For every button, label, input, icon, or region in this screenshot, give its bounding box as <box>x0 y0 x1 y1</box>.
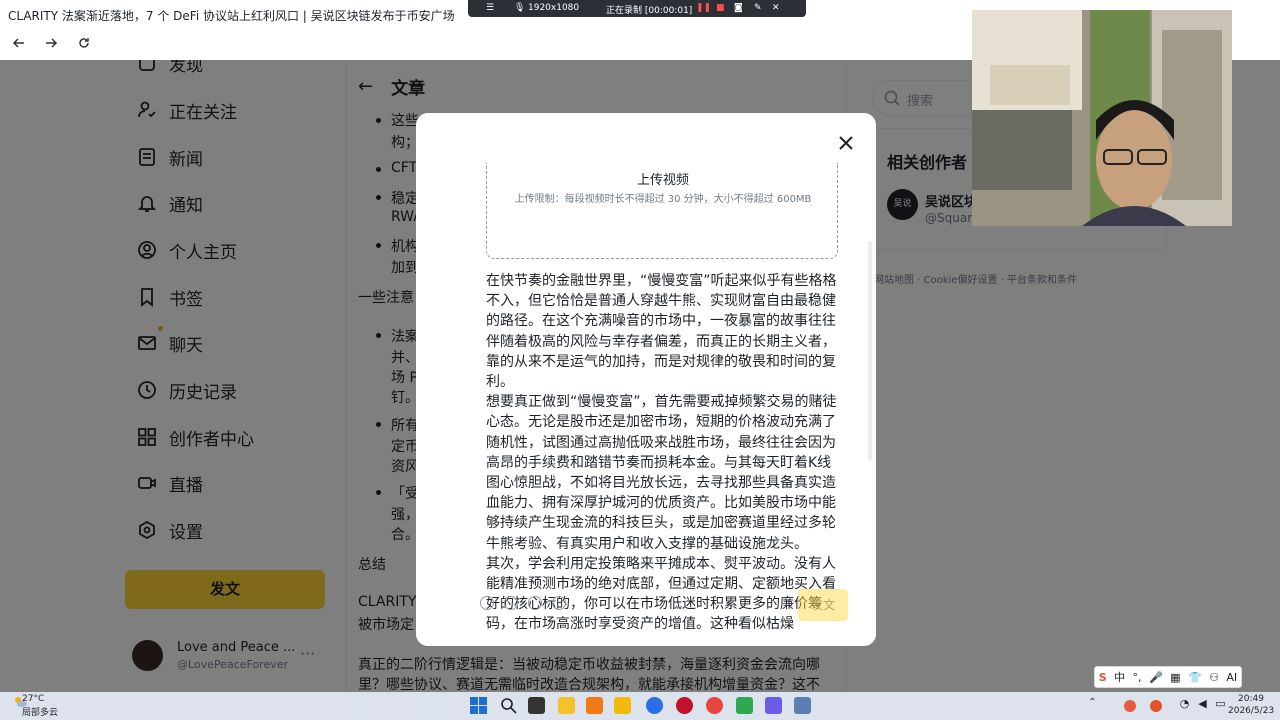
post-paragraph: 在快节奏的金融世界里，“慢慢变富”听起来似乎有些格格不入，但它恰恰是普通人穿越牛… <box>486 273 837 391</box>
recorder-app-icon[interactable] <box>676 697 693 714</box>
pen-icon[interactable]: ✎ <box>754 3 762 13</box>
image-icon[interactable] <box>528 596 542 610</box>
tray-ime-icon[interactable] <box>1150 700 1162 712</box>
scrollbar[interactable] <box>868 241 872 461</box>
chrome-icon[interactable] <box>706 697 723 714</box>
battery-icon[interactable]: ▭ <box>1212 697 1229 714</box>
recorder-status: 正在录制 [00:00:01] <box>606 6 693 16</box>
ime-toolbox-icon[interactable]: ⚇ <box>1209 671 1219 684</box>
ime-logo-icon[interactable]: S <box>1099 671 1107 684</box>
pause-icon[interactable]: ❚❚ <box>696 3 711 13</box>
post-editor-modal: 上传视频 上传限制：每段视频时长不得超过 30 分钟，大小不得超过 600MB … <box>416 113 876 646</box>
ime-ai-icon[interactable]: AI <box>1226 671 1237 684</box>
post-body-editor[interactable]: 在快节奏的金融世界里，“慢慢变富”听起来似乎有些格格不入，但它恰恰是普通人穿越牛… <box>486 271 842 646</box>
start-icon[interactable] <box>470 697 487 714</box>
binance-icon[interactable] <box>614 697 631 714</box>
forward-icon[interactable] <box>42 36 60 54</box>
ime-keyboard-icon[interactable]: ▦ <box>1170 671 1180 684</box>
reload-icon[interactable] <box>75 36 93 54</box>
edge-icon[interactable] <box>646 697 663 714</box>
webcam-feed <box>972 10 1232 226</box>
game-icon[interactable] <box>765 697 782 714</box>
window-title: CLARITY 法案渐近落地，7 个 DeFi 协议站上红利风口 | 吴说区块链… <box>8 9 455 23</box>
ime-lang[interactable]: 中 <box>1114 669 1125 685</box>
recording-bar: ☰ 🎙 1920x1080 正在录制 [00:00:01] ❚❚ ■ ◙ ✎ ✕ <box>468 0 806 17</box>
editor-toolbar <box>480 596 566 610</box>
ime-punct[interactable]: °, <box>1133 671 1142 684</box>
wifi-icon[interactable]: ◔ <box>1176 697 1193 714</box>
ime-voice-icon[interactable]: 🎤 <box>1149 671 1163 684</box>
volume-icon[interactable]: ◀ <box>1194 697 1211 714</box>
weather-temperature: 27°C <box>22 694 45 704</box>
search-app-icon[interactable] <box>586 697 603 714</box>
close-icon[interactable] <box>836 133 856 153</box>
poll-icon[interactable] <box>552 596 566 610</box>
camera-icon[interactable]: ◙ <box>734 3 743 13</box>
clock-date[interactable]: 2026/5/23 <box>1228 706 1274 716</box>
publish-button[interactable]: 发文 <box>798 589 848 621</box>
mic-icon[interactable]: 🎙 <box>514 3 525 13</box>
taskview-icon[interactable] <box>528 697 545 714</box>
upload-limit: 上传限制：每段视频时长不得超过 30 分钟，大小不得超过 600MB <box>514 194 812 205</box>
recorder-resolution: 1920x1080 <box>528 3 580 13</box>
post-paragraph: 其次，学会利用定投策略来平摊成本、熨平波动。没有人能精准预测市场的绝对底部，但通… <box>486 555 836 633</box>
close-recorder-icon[interactable]: ✕ <box>772 3 780 13</box>
recorder-menu-icon[interactable]: ☰ <box>486 3 494 13</box>
stop-icon[interactable]: ■ <box>716 3 725 13</box>
file-explorer-icon[interactable] <box>558 697 575 714</box>
video-upload-area[interactable]: 上传视频 上传限制：每段视频时长不得超过 30 分钟，大小不得超过 600MB <box>486 163 838 259</box>
tray-chevron-icon[interactable]: ⌃ <box>1084 697 1101 714</box>
notepad-icon[interactable] <box>794 697 811 714</box>
wps-icon[interactable] <box>736 697 753 714</box>
search-taskbar-icon[interactable] <box>500 697 517 714</box>
tray-app-icon[interactable] <box>1124 700 1136 712</box>
upload-title: 上传视频 <box>636 173 689 188</box>
post-paragraph: 想要真正做到“慢慢变富”，首先需要戒掉频繁交易的赌徒心态。无论是股市还是加密市场… <box>486 394 837 552</box>
back-icon[interactable] <box>10 36 28 54</box>
emoji-icon[interactable] <box>504 596 518 610</box>
taskbar: 27°C 局部多云 ⌃ ◔ ◀ ▭ 20:49 2026/5/23 <box>0 692 1280 720</box>
clock-time[interactable]: 20:49 <box>1238 694 1264 704</box>
ime-skin-icon[interactable]: 👕 <box>1188 671 1202 684</box>
check-icon[interactable] <box>480 596 494 610</box>
weather-description: 局部多云 <box>22 708 59 718</box>
ime-toolbar: S 中 °, 🎤 ▦ 👕 ⚇ AI <box>1094 666 1242 688</box>
